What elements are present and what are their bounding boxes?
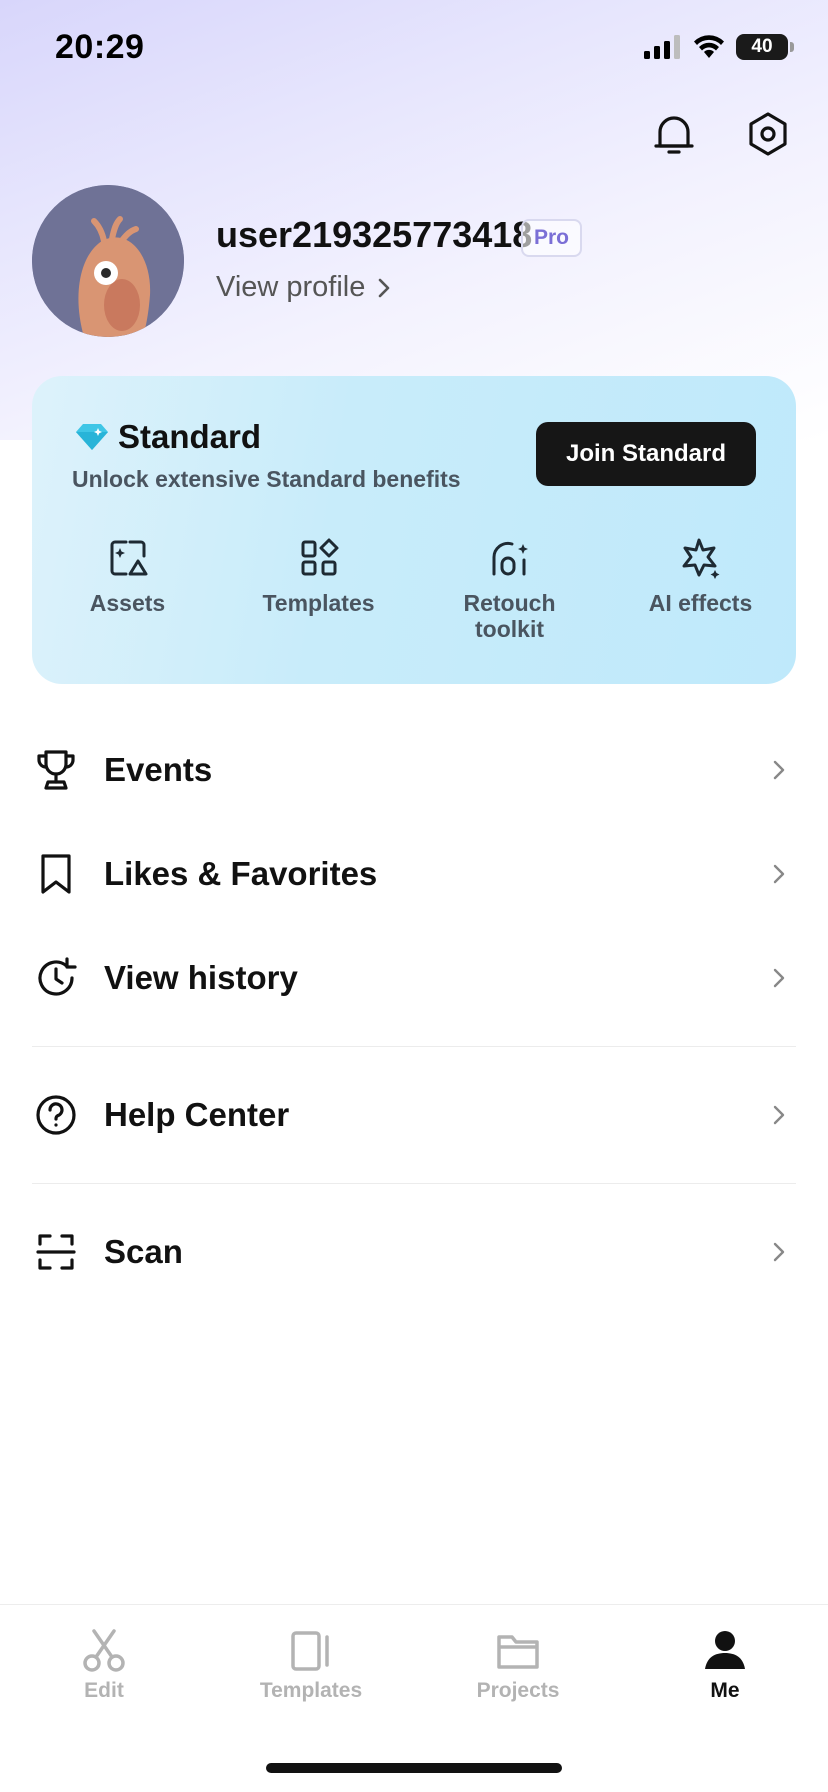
chevron-right-icon [379, 278, 390, 297]
retouch-icon [492, 541, 528, 576]
signal-icon [644, 35, 680, 59]
tab-projects[interactable]: Projects [438, 1627, 598, 1703]
trophy-icon [37, 750, 75, 790]
home-indicator [266, 1763, 562, 1773]
battery-level: 40 [751, 36, 773, 57]
view-profile-label: View profile [216, 271, 366, 303]
benefits-row: Assets Templates Retouch toolkit AI effe… [32, 536, 796, 642]
benefit-assets[interactable]: Assets [32, 536, 223, 642]
tab-templates[interactable]: Templates [231, 1627, 391, 1703]
standard-title-label: Standard [118, 418, 262, 455]
avatar[interactable] [32, 185, 184, 337]
chevron-right-icon [773, 968, 785, 988]
settings-icon[interactable] [744, 110, 792, 158]
divider [32, 1183, 796, 1184]
ai-effects-icon [682, 538, 719, 579]
tab-edit[interactable]: Edit [24, 1627, 184, 1703]
standard-card[interactable]: Standard Unlock extensive Standard benef… [32, 376, 796, 684]
assets-icon [110, 540, 147, 576]
menu-item-scan[interactable]: Scan [32, 1200, 796, 1304]
menu-item-help-center[interactable]: Help Center [32, 1063, 796, 1167]
bookmark-icon [41, 854, 71, 894]
divider [32, 1046, 796, 1047]
tab-label-edit: Edit [84, 1679, 124, 1702]
pro-badge: Pro [521, 219, 583, 257]
chevron-right-icon [773, 760, 785, 780]
benefit-ai-effects[interactable]: AI effects [605, 536, 796, 642]
avatar-illustration [32, 185, 184, 337]
standard-title: Standard [74, 418, 261, 456]
chevron-right-icon [773, 1242, 785, 1262]
scan-icon [36, 1234, 76, 1270]
benefit-retouch-toolkit[interactable]: Retouch toolkit [414, 536, 605, 642]
menu-label-likes-favorites: Likes & Favorites [104, 855, 378, 892]
bell-icon[interactable] [650, 110, 698, 158]
benefit-ai-effects-label: AI effects [648, 590, 753, 616]
menu-item-view-history[interactable]: View history [32, 926, 796, 1030]
status-time: 20:29 [55, 28, 145, 66]
menu-label-help-center: Help Center [104, 1096, 290, 1133]
join-standard-button[interactable]: Join Standard [536, 422, 756, 486]
chevron-right-icon [773, 864, 785, 884]
standard-subtitle: Unlock extensive Standard benefits [72, 466, 461, 492]
menu-label-events: Events [104, 751, 213, 788]
benefit-assets-label: Assets [89, 590, 166, 616]
tab-label-projects: Projects [476, 1679, 560, 1702]
templates-icon [301, 538, 338, 576]
header-actions [650, 110, 792, 158]
templates-tab-icon [291, 1631, 329, 1671]
tab-me[interactable]: Me [645, 1627, 805, 1703]
battery-icon: 40 [736, 34, 788, 60]
wifi-icon [694, 35, 724, 58]
tab-label-me: Me [710, 1679, 740, 1702]
menu-item-events[interactable]: Events [32, 718, 796, 822]
person-icon [705, 1631, 745, 1669]
view-profile-link[interactable]: View profile [216, 271, 391, 304]
menu-label-view-history: View history [104, 959, 298, 996]
status-icons: 40 [644, 34, 794, 60]
battery-cap [790, 42, 794, 52]
menu-label-scan: Scan [104, 1233, 183, 1270]
diamond-icon [76, 424, 108, 450]
username: user219325773418 [216, 214, 533, 255]
menu-list: Events Likes & Favorites View history He… [32, 718, 796, 1304]
benefit-retouch-label: Retouch toolkit [463, 590, 556, 642]
status-bar: 20:29 40 [0, 0, 828, 100]
tab-label-templates: Templates [259, 1679, 363, 1702]
history-icon [38, 957, 77, 996]
menu-item-likes-favorites[interactable]: Likes & Favorites [32, 822, 796, 926]
chevron-right-icon [773, 1105, 785, 1125]
help-icon [36, 1095, 76, 1135]
scissors-icon [83, 1629, 125, 1672]
benefit-templates[interactable]: Templates [223, 536, 414, 642]
benefit-templates-label: Templates [262, 590, 375, 616]
folder-icon [497, 1635, 539, 1669]
